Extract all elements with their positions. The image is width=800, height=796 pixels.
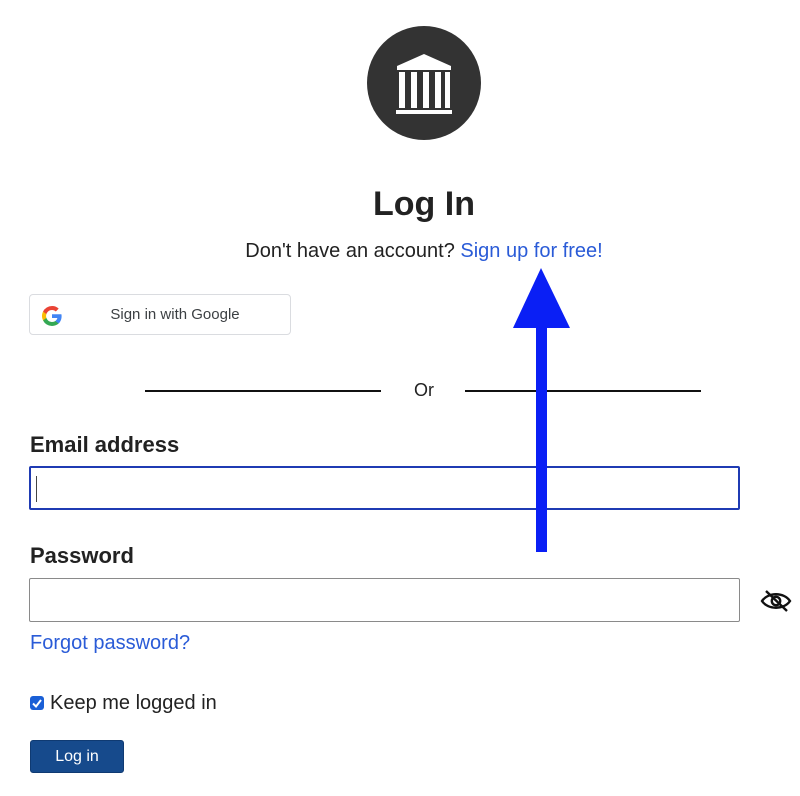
signup-link[interactable]: Sign up for free! [460, 240, 602, 262]
signup-prompt-line: Don't have an account? Sign up for free! [0, 238, 800, 264]
keep-logged-in-label: Keep me logged in [50, 691, 217, 714]
login-button[interactable]: Log in [30, 740, 124, 773]
forgot-password-link[interactable]: Forgot password? [30, 632, 190, 655]
divider-left [145, 390, 381, 392]
logo [367, 26, 481, 140]
keep-logged-in-row[interactable]: Keep me logged in [30, 690, 217, 716]
google-signin-button[interactable]: Sign in with Google [29, 294, 291, 335]
google-signin-label: Sign in with Google [110, 306, 240, 323]
page-title: Log In [373, 185, 475, 223]
email-label: Email address [30, 432, 180, 457]
password-field[interactable] [29, 578, 740, 622]
keep-logged-in-checkbox[interactable] [30, 696, 44, 710]
signup-prompt-text: Don't have an account? [245, 240, 455, 262]
divider-text: Or [414, 380, 434, 400]
password-label: Password [30, 543, 134, 568]
text-cursor [36, 476, 37, 502]
checkmark-icon [32, 699, 42, 709]
google-g-icon [42, 306, 62, 326]
email-field[interactable] [29, 466, 740, 510]
divider-right [465, 390, 701, 392]
institution-pillars-icon [396, 54, 452, 114]
eye-slash-icon[interactable] [760, 589, 792, 613]
